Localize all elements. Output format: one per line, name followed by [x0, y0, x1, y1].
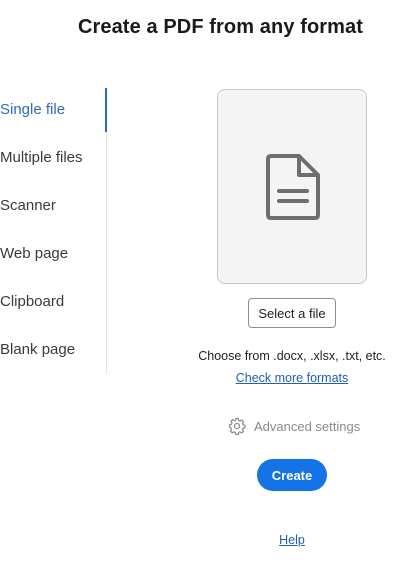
nav-item-blank-page[interactable]: Blank page — [0, 328, 106, 372]
advanced-settings-toggle[interactable]: Advanced settings — [228, 416, 360, 436]
page-title: Create a PDF from any format — [77, 16, 364, 38]
supported-formats-text: Choose from .docx, .xlsx, .txt, etc. — [198, 349, 386, 363]
check-more-formats-link[interactable]: Check more formats — [182, 371, 402, 385]
nav-item-scanner[interactable]: Scanner — [0, 184, 106, 228]
advanced-settings-label: Advanced settings — [254, 418, 361, 434]
nav-item-clipboard[interactable]: Clipboard — [0, 280, 106, 324]
source-nav: Single file Multiple files Scanner Web p… — [0, 88, 107, 374]
create-pdf-panel: Create a PDF from any format Single file… — [0, 0, 419, 573]
document-icon — [266, 154, 320, 220]
file-drop-zone[interactable] — [217, 89, 367, 284]
gear-icon — [228, 417, 246, 435]
select-file-button[interactable]: Select a file — [248, 298, 336, 328]
help-link[interactable]: Help — [270, 533, 314, 547]
nav-item-single-file[interactable]: Single file — [0, 88, 107, 132]
nav-item-multiple-files[interactable]: Multiple files — [0, 136, 106, 180]
create-button[interactable]: Create — [257, 459, 327, 491]
nav-item-web-page[interactable]: Web page — [0, 232, 106, 276]
